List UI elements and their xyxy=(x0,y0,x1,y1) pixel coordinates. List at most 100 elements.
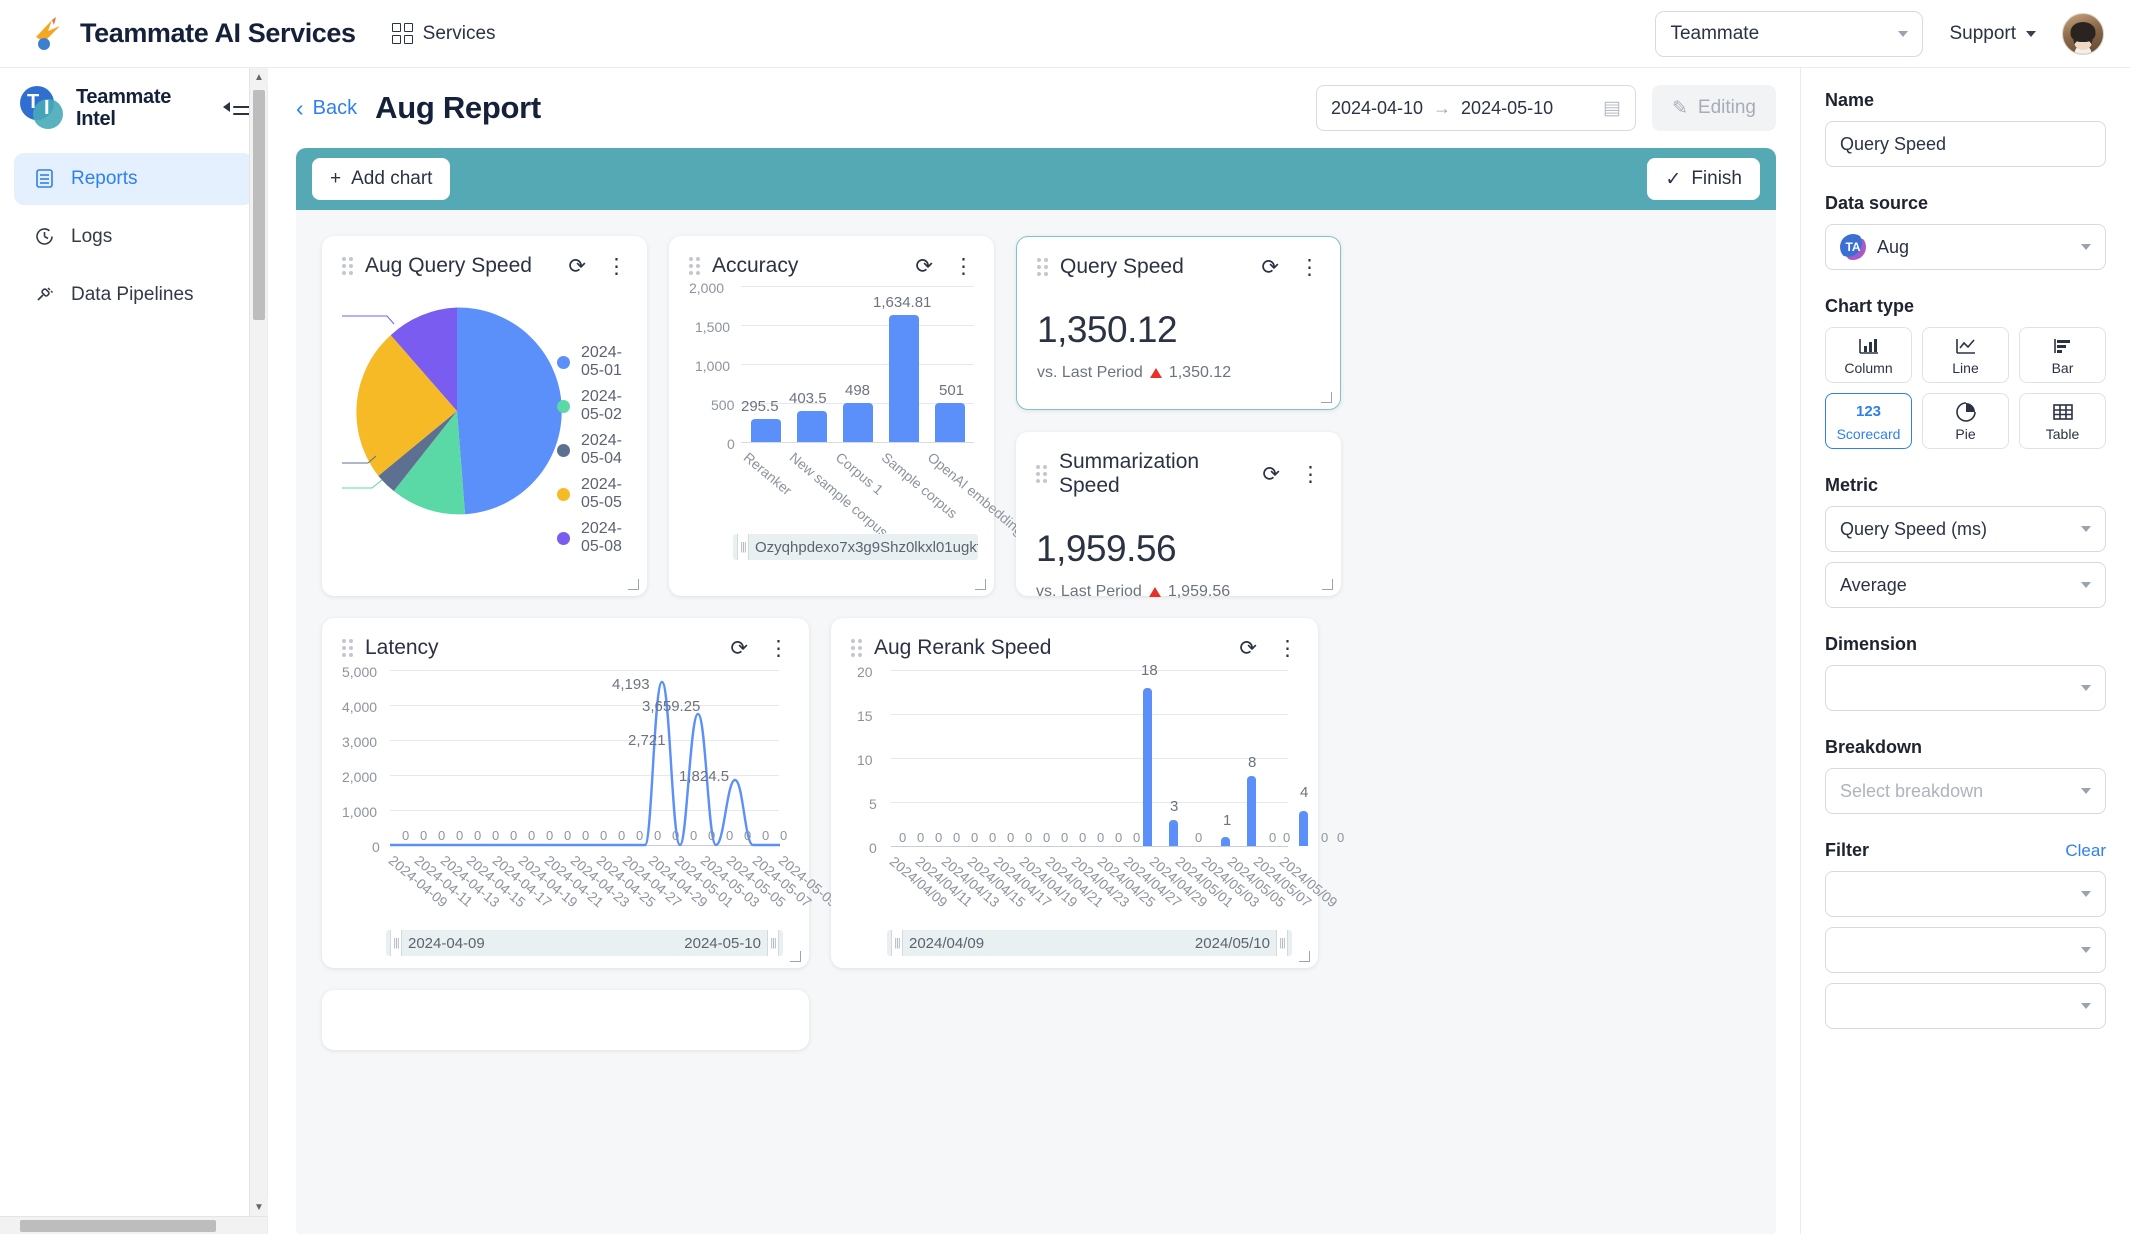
brand-logo-group[interactable]: Teammate AI Services xyxy=(30,16,356,51)
more-options-icon[interactable]: ⋮ xyxy=(1300,464,1321,485)
chart-type-column[interactable]: Column xyxy=(1825,327,1912,383)
chart-card-aug-rerank-speed[interactable]: Aug Rerank Speed ⟳ ⋮ 20 15 10 5 0 18 3 1… xyxy=(831,618,1344,968)
bar[interactable] xyxy=(1169,820,1178,846)
calendar-icon[interactable]: ▤ xyxy=(1603,97,1621,120)
legend-item[interactable]: 2024-05-02 xyxy=(557,388,627,424)
date-range-end[interactable]: 2024-05-10 xyxy=(1461,98,1553,119)
bar[interactable] xyxy=(843,403,873,442)
chart-type-scorecard[interactable]: 123 Scorecard xyxy=(1825,393,1912,449)
legend-item[interactable]: 2024-05-04 xyxy=(557,432,627,468)
chart-range-slider[interactable]: ||| 2024/04/09 2024/05/10 ||| xyxy=(887,930,1292,956)
scrollbar-thumb[interactable] xyxy=(253,90,265,320)
slider-range-text: Ozyqhpdexo7x3g9Shz0lkxl01ugkfzkq xyxy=(755,538,978,556)
slider-handle-left[interactable]: ||| xyxy=(737,534,749,560)
refresh-icon[interactable]: ⟳ xyxy=(730,638,748,659)
drag-handle-icon[interactable] xyxy=(342,257,353,275)
bar[interactable] xyxy=(1299,811,1308,846)
resize-handle[interactable] xyxy=(974,578,986,590)
chart-card-latency[interactable]: Latency ⟳ ⋮ 5,000 4,000 3,000 2,000 1,00… xyxy=(322,618,841,968)
resize-handle[interactable] xyxy=(789,950,801,962)
support-menu[interactable]: Support xyxy=(1949,23,2036,45)
sidebar-vertical-scrollbar[interactable]: ▲ ▼ xyxy=(249,68,268,1234)
filter-value-select[interactable] xyxy=(1825,983,2106,1029)
chart-card-partial[interactable] xyxy=(322,990,809,1050)
legend-item[interactable]: 2024-05-01 xyxy=(557,344,627,380)
sidebar-horizontal-scrollbar[interactable] xyxy=(0,1216,267,1234)
more-options-icon[interactable]: ⋮ xyxy=(953,256,974,277)
legend-item[interactable]: 2024-05-05 xyxy=(557,476,627,512)
resize-handle[interactable] xyxy=(1298,950,1310,962)
date-range-arrow-icon: → xyxy=(1433,97,1452,118)
point-value-label: 3,659.25 xyxy=(642,698,701,715)
slider-handle-right[interactable]: ||| xyxy=(1276,930,1288,956)
refresh-icon[interactable]: ⟳ xyxy=(1262,464,1280,485)
chart-type-pie[interactable]: Pie xyxy=(1922,393,2009,449)
services-menu[interactable]: Services xyxy=(391,23,496,45)
more-options-icon[interactable]: ⋮ xyxy=(1299,257,1320,278)
y-tick-label: 1,000 xyxy=(342,804,378,820)
scrollbar-thumb[interactable] xyxy=(20,1220,216,1232)
bar[interactable] xyxy=(889,315,919,442)
slider-handle-left[interactable]: ||| xyxy=(891,930,903,956)
bar[interactable] xyxy=(1143,688,1152,846)
more-options-icon[interactable]: ⋮ xyxy=(768,638,789,659)
more-options-icon[interactable]: ⋮ xyxy=(606,256,627,277)
drag-handle-icon[interactable] xyxy=(342,639,353,657)
chart-card-summarization-speed[interactable]: Summarization Speed ⟳ ⋮ 1,959.56 vs. Las… xyxy=(1016,432,1341,600)
bar[interactable] xyxy=(797,411,827,442)
chart-type-table[interactable]: Table xyxy=(2019,393,2106,449)
legend-item[interactable]: 2024-05-08 xyxy=(557,520,627,556)
back-button[interactable]: ‹ Back xyxy=(296,96,357,120)
refresh-icon[interactable]: ⟳ xyxy=(1261,257,1279,278)
date-range-picker[interactable]: 2024-04-10 → 2024-05-10 ▤ xyxy=(1315,85,1636,131)
chart-card-accuracy[interactable]: Accuracy ⟳ ⋮ 2,000 1,500 1,000 500 0 295… xyxy=(669,236,1033,596)
sidebar-item-logs[interactable]: Logs xyxy=(14,211,253,263)
chart-type-line[interactable]: Line xyxy=(1922,327,2009,383)
drag-handle-icon[interactable] xyxy=(851,639,862,657)
resize-handle[interactable] xyxy=(627,578,639,590)
chart-range-slider[interactable]: ||| Ozyqhpdexo7x3g9Shz0lkxl01ugkfzkq ||| xyxy=(733,534,978,560)
metric-select[interactable]: Query Speed (ms) xyxy=(1825,506,2106,552)
slider-handle-left[interactable]: ||| xyxy=(390,930,402,956)
avatar[interactable] xyxy=(2062,12,2104,55)
bar[interactable] xyxy=(935,403,965,442)
dimension-select[interactable] xyxy=(1825,665,2106,711)
aggregation-select[interactable]: Average xyxy=(1825,562,2106,608)
chart-range-slider[interactable]: ||| 2024-04-09 2024-05-10 ||| xyxy=(386,930,783,956)
filter-clear-button[interactable]: Clear xyxy=(2065,841,2106,861)
finish-button[interactable]: ✓ Finish xyxy=(1647,158,1760,200)
chart-type-bar[interactable]: Bar xyxy=(2019,327,2106,383)
refresh-icon[interactable]: ⟳ xyxy=(1239,638,1257,659)
chart-card-query-speed[interactable]: Query Speed ⟳ ⋮ 1,350.12 vs. Last Period xyxy=(1016,236,1341,410)
refresh-icon[interactable]: ⟳ xyxy=(915,256,933,277)
drag-handle-icon[interactable] xyxy=(689,257,700,275)
bar[interactable] xyxy=(1221,837,1230,846)
name-input[interactable]: Query Speed xyxy=(1825,121,2106,167)
sidebar-item-reports[interactable]: Reports xyxy=(14,152,253,205)
add-chart-button[interactable]: + Add chart xyxy=(312,158,451,200)
refresh-icon[interactable]: ⟳ xyxy=(568,256,586,277)
dashboard-canvas: Aug Query Speed ⟳ ⋮ 2024-05-01 2024-05-0… xyxy=(296,210,1776,1234)
breakdown-select[interactable]: Select breakdown xyxy=(1825,768,2106,814)
scroll-down-arrow-icon[interactable]: ▼ xyxy=(250,1198,268,1216)
datasource-select[interactable]: TA Aug xyxy=(1825,224,2106,270)
editing-button[interactable]: ✎ Editing xyxy=(1651,85,1776,131)
chevron-down-icon xyxy=(2081,788,2091,794)
resize-handle[interactable] xyxy=(1320,391,1332,403)
collapse-sidebar-icon[interactable] xyxy=(223,95,251,121)
tenant-select[interactable]: Teammate xyxy=(1655,10,1924,57)
bar[interactable] xyxy=(751,419,781,442)
sidebar-item-label: Reports xyxy=(71,167,138,189)
sidebar-item-data-pipelines[interactable]: Data Pipelines xyxy=(14,269,253,321)
scroll-up-arrow-icon[interactable]: ▲ xyxy=(250,68,268,86)
chart-card-aug-query-speed[interactable]: Aug Query Speed ⟳ ⋮ 2024-05-01 2024-05-0… xyxy=(322,236,647,596)
resize-handle[interactable] xyxy=(1321,578,1333,590)
filter-operator-select[interactable] xyxy=(1825,927,2106,973)
filter-field-select[interactable] xyxy=(1825,871,2106,917)
drag-handle-icon[interactable] xyxy=(1036,465,1047,483)
date-range-start[interactable]: 2024-04-10 xyxy=(1331,98,1423,119)
slider-handle-right[interactable]: ||| xyxy=(767,930,779,956)
bar[interactable] xyxy=(1247,776,1256,846)
more-options-icon[interactable]: ⋮ xyxy=(1277,638,1298,659)
drag-handle-icon[interactable] xyxy=(1037,258,1048,276)
